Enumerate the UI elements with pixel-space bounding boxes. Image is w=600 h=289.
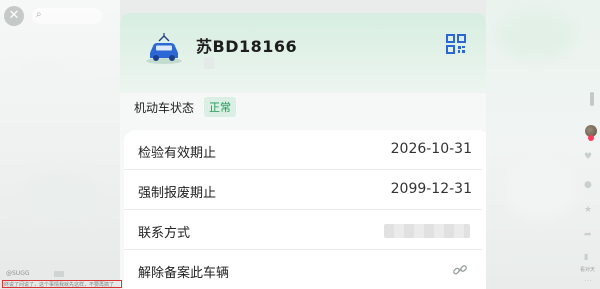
list-item-unbind[interactable]: 解除备案此车辆	[124, 250, 482, 289]
qr-code-icon[interactable]	[446, 34, 466, 54]
row-label: 强制报废期止	[138, 186, 217, 201]
car-icon	[146, 33, 182, 64]
vehicle-status: 机动车状态 正常	[134, 93, 237, 121]
comment-icon[interactable]: ●	[584, 180, 592, 190]
follow-button[interactable]	[588, 135, 594, 141]
status-badge: 正常	[204, 97, 237, 117]
side-label: 看对天	[580, 267, 596, 273]
share-icon[interactable]: ➦	[584, 230, 592, 240]
list-item-contact[interactable]: 联系方式	[124, 210, 482, 250]
row-value: 2026-10-31	[390, 141, 472, 157]
more-icon[interactable]: ▮	[584, 252, 588, 261]
heart-icon[interactable]: ♥	[584, 152, 592, 162]
row-label: 解除备案此车辆	[138, 266, 230, 281]
masked-phone	[384, 224, 470, 238]
masked-owner	[204, 57, 214, 69]
vehicle-info-list: 检验有效期止 2026-10-31 强制报废期止 2099-12-31 联系方式…	[124, 130, 486, 289]
close-icon[interactable]: ✕	[4, 6, 24, 26]
row-label: 检验有效期止	[138, 146, 217, 161]
status-label: 机动车状态	[134, 100, 195, 115]
vehicle-card: 苏BD18166 机动车状态 正常 检验有效期止 2026-10-31 强制报废…	[120, 13, 486, 289]
search-input[interactable]: ⌕	[32, 8, 102, 24]
row-value: 2099-12-31	[390, 181, 472, 197]
list-item-scrap: 强制报废期止 2099-12-31	[124, 170, 482, 210]
background-right	[486, 0, 600, 289]
search-icon: ⌕	[36, 9, 42, 20]
author-badge	[54, 271, 64, 277]
scroll-handle[interactable]	[590, 92, 594, 106]
background-left	[0, 0, 120, 289]
row-label: 联系方式	[138, 226, 191, 241]
list-item-inspection: 检验有效期止 2026-10-31	[124, 130, 482, 170]
star-icon[interactable]: ★	[584, 205, 592, 215]
link-icon	[453, 265, 467, 275]
license-plate: 苏BD18166	[196, 37, 298, 56]
video-caption: 终说了间说了，这个事情我就先这样，不要再搞了	[4, 282, 115, 288]
author-name[interactable]: @SUGG	[6, 270, 30, 277]
vehicle-header: 苏BD18166	[120, 13, 486, 93]
more-dots-icon[interactable]: ⋯	[584, 276, 592, 285]
